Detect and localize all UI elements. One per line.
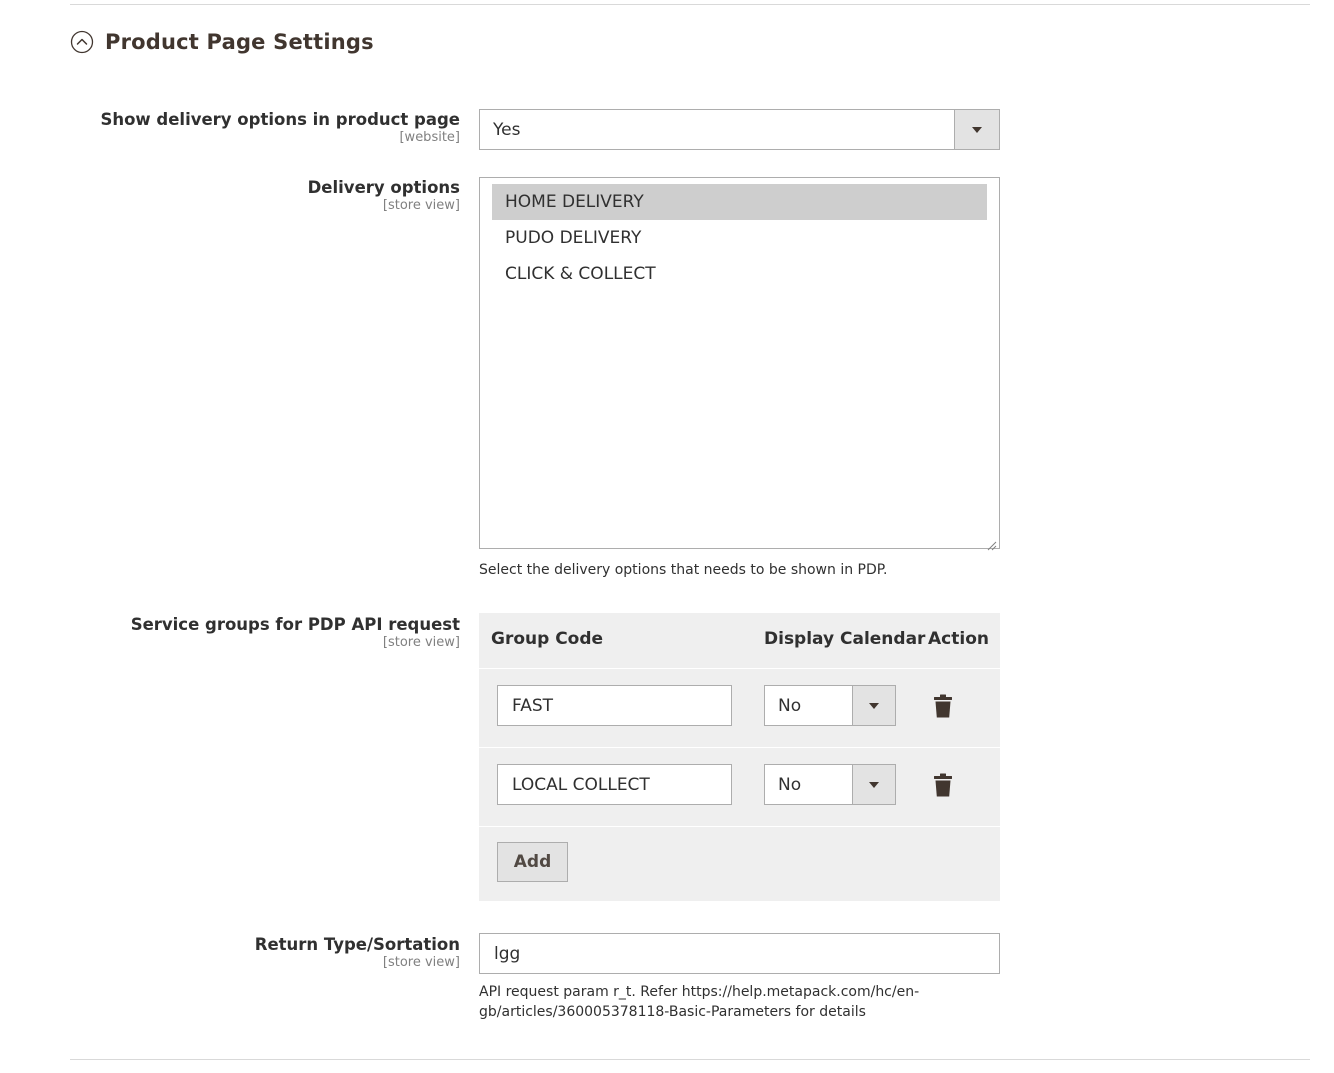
service-groups-label: Service groups for PDP API request (130, 615, 460, 634)
display-calendar-value: No (778, 695, 802, 716)
group-code-input[interactable]: LOCAL COLLECT (497, 764, 732, 805)
show-delivery-label: Show delivery options in product page (100, 110, 460, 129)
return-type-label: Return Type/Sortation (254, 935, 460, 954)
table-row: LOCAL COLLECT No (479, 747, 1000, 826)
chevron-up-circle-icon[interactable] (70, 30, 94, 54)
show-delivery-select[interactable]: Yes (479, 109, 1000, 150)
delivery-options-label-group: Delivery options [store view] (308, 178, 460, 214)
service-groups-grid: Group Code Display Calendar Action FAST … (479, 613, 1000, 901)
delivery-options-multiselect[interactable]: HOME DELIVERY PUDO DELIVERY CLICK & COLL… (479, 177, 1000, 551)
section-divider-bottom (70, 1059, 1310, 1060)
return-type-note-line2: gb/articles/360005378118-Basic-Parameter… (479, 1004, 866, 1020)
triangle-down-icon[interactable] (954, 110, 999, 149)
triangle-down-icon[interactable] (852, 765, 895, 804)
table-row: FAST No (479, 668, 1000, 747)
delivery-option-home[interactable]: HOME DELIVERY (492, 184, 987, 220)
section-title: Product Page Settings (105, 30, 374, 54)
col-action: Action (928, 629, 989, 649)
add-button[interactable]: Add (497, 842, 568, 882)
return-type-label-group: Return Type/Sortation [store view] (255, 935, 460, 971)
trash-icon[interactable] (933, 694, 953, 718)
section-header[interactable]: Product Page Settings (70, 30, 374, 54)
delivery-options-note: Select the delivery options that needs t… (479, 562, 888, 578)
add-row: Add (479, 826, 1000, 901)
group-code-value: LOCAL COLLECT (512, 774, 650, 795)
resize-grip-icon[interactable] (987, 536, 997, 551)
delivery-option-click-collect[interactable]: CLICK & COLLECT (492, 256, 987, 292)
delivery-option-pudo[interactable]: PUDO DELIVERY (492, 220, 987, 256)
show-delivery-label-group: Show delivery options in product page [w… (100, 110, 460, 146)
return-type-input[interactable]: lgg (479, 933, 1000, 974)
display-calendar-select[interactable]: No (764, 764, 896, 805)
return-type-note-line1: API request param r_t. Refer https://hel… (479, 984, 920, 1000)
col-display-calendar: Display Calendar (764, 629, 926, 649)
display-calendar-select[interactable]: No (764, 685, 896, 726)
service-groups-label-group: Service groups for PDP API request [stor… (131, 615, 460, 651)
show-delivery-scope: [website] (399, 130, 460, 145)
trash-icon[interactable] (933, 773, 953, 797)
group-code-value: FAST (512, 695, 554, 716)
delivery-options-scope: [store view] (382, 198, 460, 213)
service-groups-scope: [store view] (382, 635, 460, 650)
display-calendar-value: No (778, 774, 802, 795)
return-type-scope: [store view] (382, 955, 460, 970)
triangle-down-icon[interactable] (852, 686, 895, 725)
return-type-value: lgg (494, 943, 521, 964)
group-code-input[interactable]: FAST (497, 685, 732, 726)
col-group-code: Group Code (491, 629, 604, 649)
show-delivery-value: Yes (493, 119, 521, 140)
return-type-note: API request param r_t. Refer https://hel… (479, 982, 919, 1022)
grid-header: Group Code Display Calendar Action (479, 613, 1000, 668)
section-divider-top (70, 4, 1310, 5)
delivery-options-label: Delivery options (307, 178, 460, 197)
